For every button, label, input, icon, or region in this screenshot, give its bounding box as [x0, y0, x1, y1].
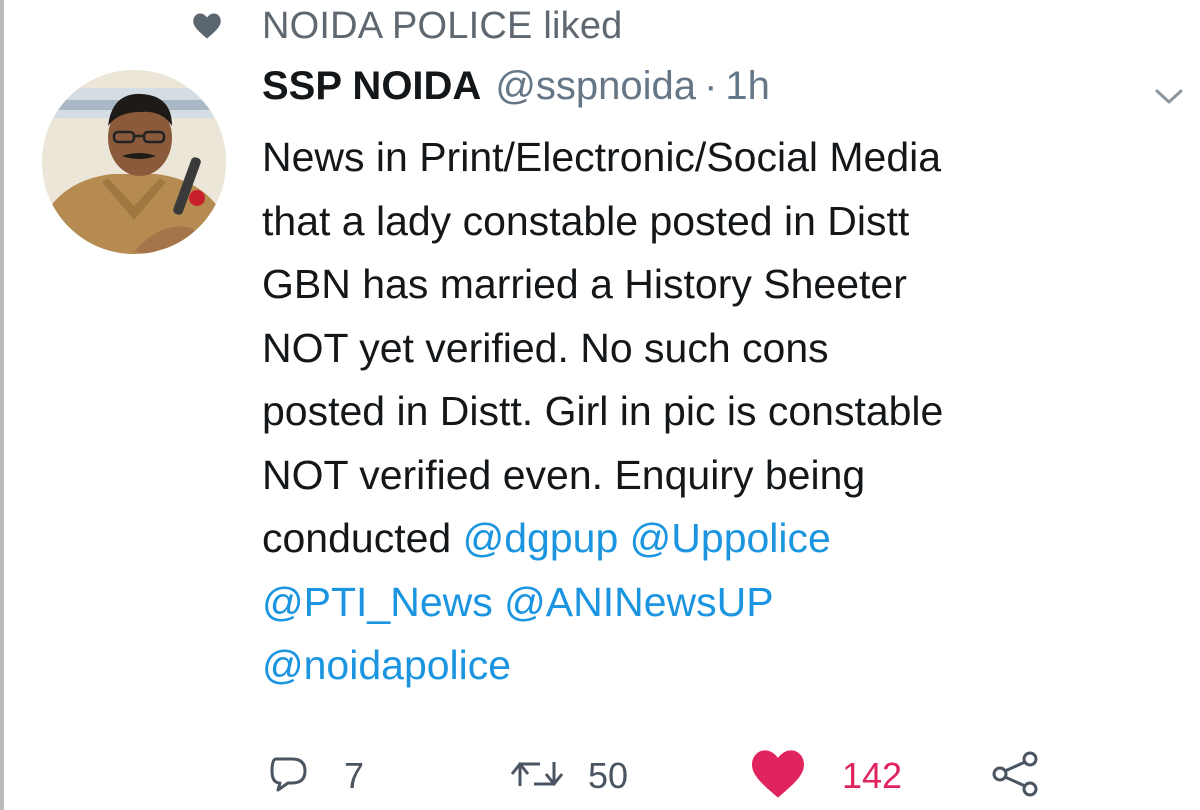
tweet-text-line: @PTI_News @ANINewsUP	[262, 571, 1192, 635]
heart-icon	[190, 9, 224, 43]
tweet-text-line: NOT verified even. Enquiry being	[262, 451, 866, 498]
social-context: NOIDA POLICE liked	[190, 0, 623, 52]
tweet-text-line: posted in Distt. Girl in pic is constabl…	[262, 388, 944, 434]
tweet-actions: 7 50 142	[268, 748, 1168, 804]
tweet-text-line: News in Print/Electronic/Social Media	[262, 134, 942, 180]
like-button[interactable]: 142	[748, 748, 902, 804]
mention-link[interactable]: @dgpup	[463, 515, 619, 561]
tweet-text-line: NOT yet verified. No such cons	[262, 324, 829, 371]
chevron-down-icon[interactable]	[1152, 84, 1186, 108]
left-edge-border	[0, 0, 4, 810]
retweet-icon	[508, 754, 566, 799]
header-separator: ·	[704, 64, 718, 108]
reply-icon	[268, 754, 310, 799]
author-name[interactable]: SSP NOIDA	[262, 64, 481, 109]
reply-count: 7	[344, 755, 365, 796]
author-handle[interactable]: @sspnoida	[495, 64, 696, 109]
retweet-count: 50	[588, 755, 629, 796]
reply-button[interactable]: 7	[268, 748, 364, 804]
social-context-label: NOIDA POLICE liked	[262, 4, 623, 47]
tweet-text-line: conducted @dgpup @Uppolice	[262, 507, 1192, 571]
mention-link[interactable]: @ANINewsUP	[504, 579, 773, 625]
like-count: 142	[842, 755, 903, 796]
mention-link[interactable]: @Uppolice	[630, 515, 831, 561]
mention-link[interactable]: @noidapolice	[262, 642, 511, 688]
tweet-text-line: GBN has married a History Sheeter	[262, 261, 907, 307]
retweet-button[interactable]: 50	[508, 748, 628, 804]
tweet-text: News in Print/Electronic/Social Media th…	[262, 126, 1192, 698]
tweet-timestamp[interactable]: 1h	[725, 64, 770, 109]
mention-link[interactable]: @PTI_News	[262, 579, 493, 625]
share-icon	[990, 750, 1042, 803]
tweet-header: SSP NOIDA @sspnoida · 1h	[262, 64, 1192, 124]
tweet-text-fragment: conducted	[262, 515, 452, 561]
avatar[interactable]	[42, 70, 226, 254]
tweet-text-line: that a lady constable posted in Distt	[262, 197, 910, 244]
share-button[interactable]	[990, 748, 1042, 804]
tweet-text-line: @noidapolice	[262, 634, 1192, 698]
heart-filled-icon	[748, 748, 808, 805]
tweet[interactable]: SSP NOIDA @sspnoida · 1h News in Print/E…	[262, 64, 1192, 698]
